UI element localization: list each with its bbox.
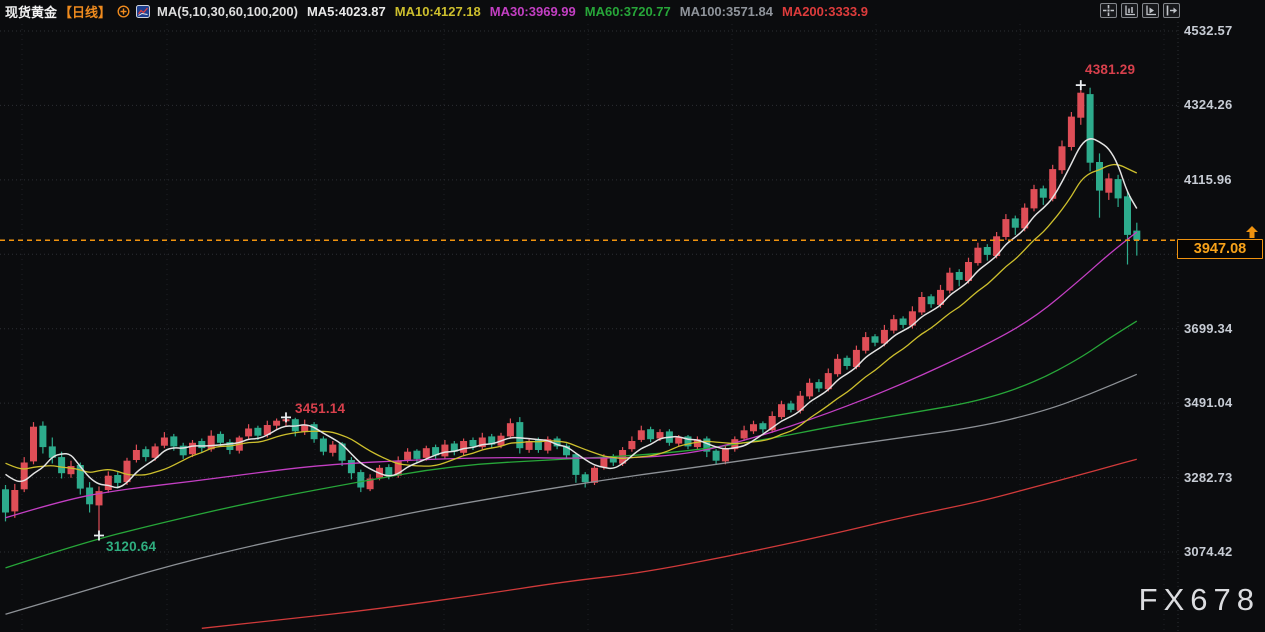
- chart-header: 现货黄金 【日线】 MA(5,10,30,60,100,200) MA5:402…: [0, 0, 1265, 22]
- symbol-title: 现货黄金: [5, 4, 58, 20]
- ma-legend: MA5:4023.87 MA10:4127.18 MA30:3969.99 MA60:…: [298, 4, 868, 19]
- exit-chart-icon: [1166, 5, 1177, 16]
- period-tag[interactable]: 【日线】: [59, 2, 111, 21]
- axis-forward-icon: [1146, 5, 1156, 16]
- ma-value-label: MA100:3571.84: [679, 3, 773, 19]
- move-crosshair-icon: [1103, 5, 1114, 16]
- ma-value-label: MA30:3969.99: [489, 3, 576, 19]
- exit-chart-button[interactable]: [1163, 3, 1180, 18]
- axis-scale-icon: [1125, 5, 1135, 16]
- trading-chart-window: 现货黄金 【日线】 MA(5,10,30,60,100,200) MA5:402…: [0, 0, 1265, 632]
- ma-value-label: MA5:4023.87: [306, 3, 386, 19]
- ma-value-label: MA200:3333.9: [781, 3, 868, 19]
- move-crosshair-button[interactable]: [1100, 3, 1117, 18]
- circle-plus-icon[interactable]: [117, 4, 130, 18]
- ma-value-label: MA60:3720.77: [584, 3, 671, 19]
- chart-canvas[interactable]: [0, 0, 1265, 632]
- mini-chart-icon[interactable]: [136, 4, 151, 18]
- ma-value-label: MA10:4127.18: [394, 3, 481, 19]
- indicator-formula: MA(5,10,30,60,100,200): [157, 3, 298, 19]
- axis-scale-button[interactable]: [1121, 3, 1138, 18]
- axis-forward-button[interactable]: [1142, 3, 1159, 18]
- chart-toolbar: [1100, 3, 1180, 18]
